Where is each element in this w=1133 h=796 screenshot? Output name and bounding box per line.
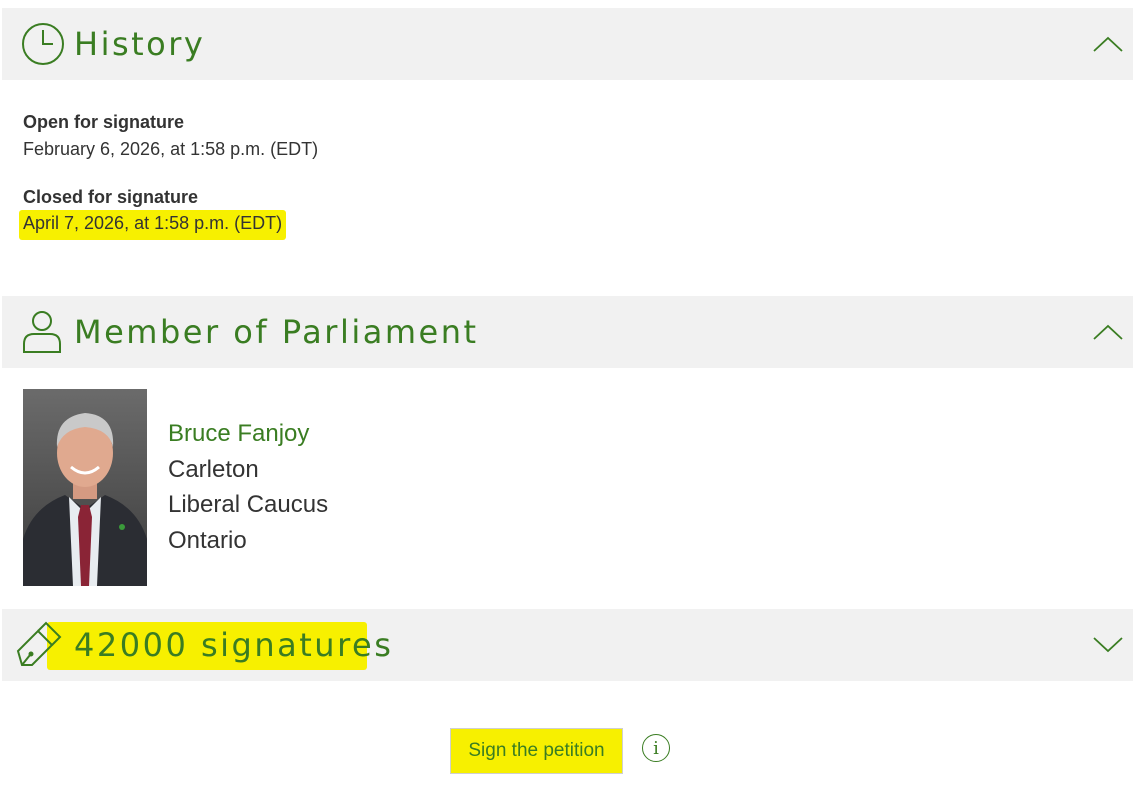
sign-petition-button[interactable]: Sign the petition [450, 728, 623, 774]
signatures-section-header[interactable]: 42000 signatures [2, 609, 1133, 681]
chevron-down-icon[interactable] [1093, 636, 1123, 654]
closed-signature-date: April 7, 2026, at 1:58 p.m. (EDT) [19, 210, 287, 240]
chevron-up-icon[interactable] [1093, 323, 1123, 341]
mp-caucus: Liberal Caucus [168, 491, 329, 518]
person-icon [23, 311, 61, 353]
mp-province: Ontario [168, 527, 247, 554]
member-title: Member of Parliament [74, 313, 479, 351]
open-signature-date: February 6, 2026, at 1:58 p.m. (EDT) [23, 139, 319, 159]
mp-portrait-photo [23, 389, 147, 586]
mp-name-link[interactable]: Bruce Fanjoy [168, 420, 309, 448]
open-signature-label: Open for signature [23, 112, 185, 132]
history-section-header[interactable]: History [2, 8, 1133, 80]
member-section-header[interactable]: Member of Parliament [2, 296, 1133, 368]
info-icon[interactable]: i [642, 734, 670, 762]
chevron-up-icon[interactable] [1093, 35, 1123, 53]
clock-icon [22, 23, 64, 65]
closed-signature-label: Closed for signature [23, 187, 199, 207]
pen-nib-icon [16, 621, 62, 666]
mp-riding: Carleton [168, 456, 259, 483]
signatures-count-title: 42000 signatures [74, 626, 394, 664]
history-title: History [74, 25, 206, 63]
